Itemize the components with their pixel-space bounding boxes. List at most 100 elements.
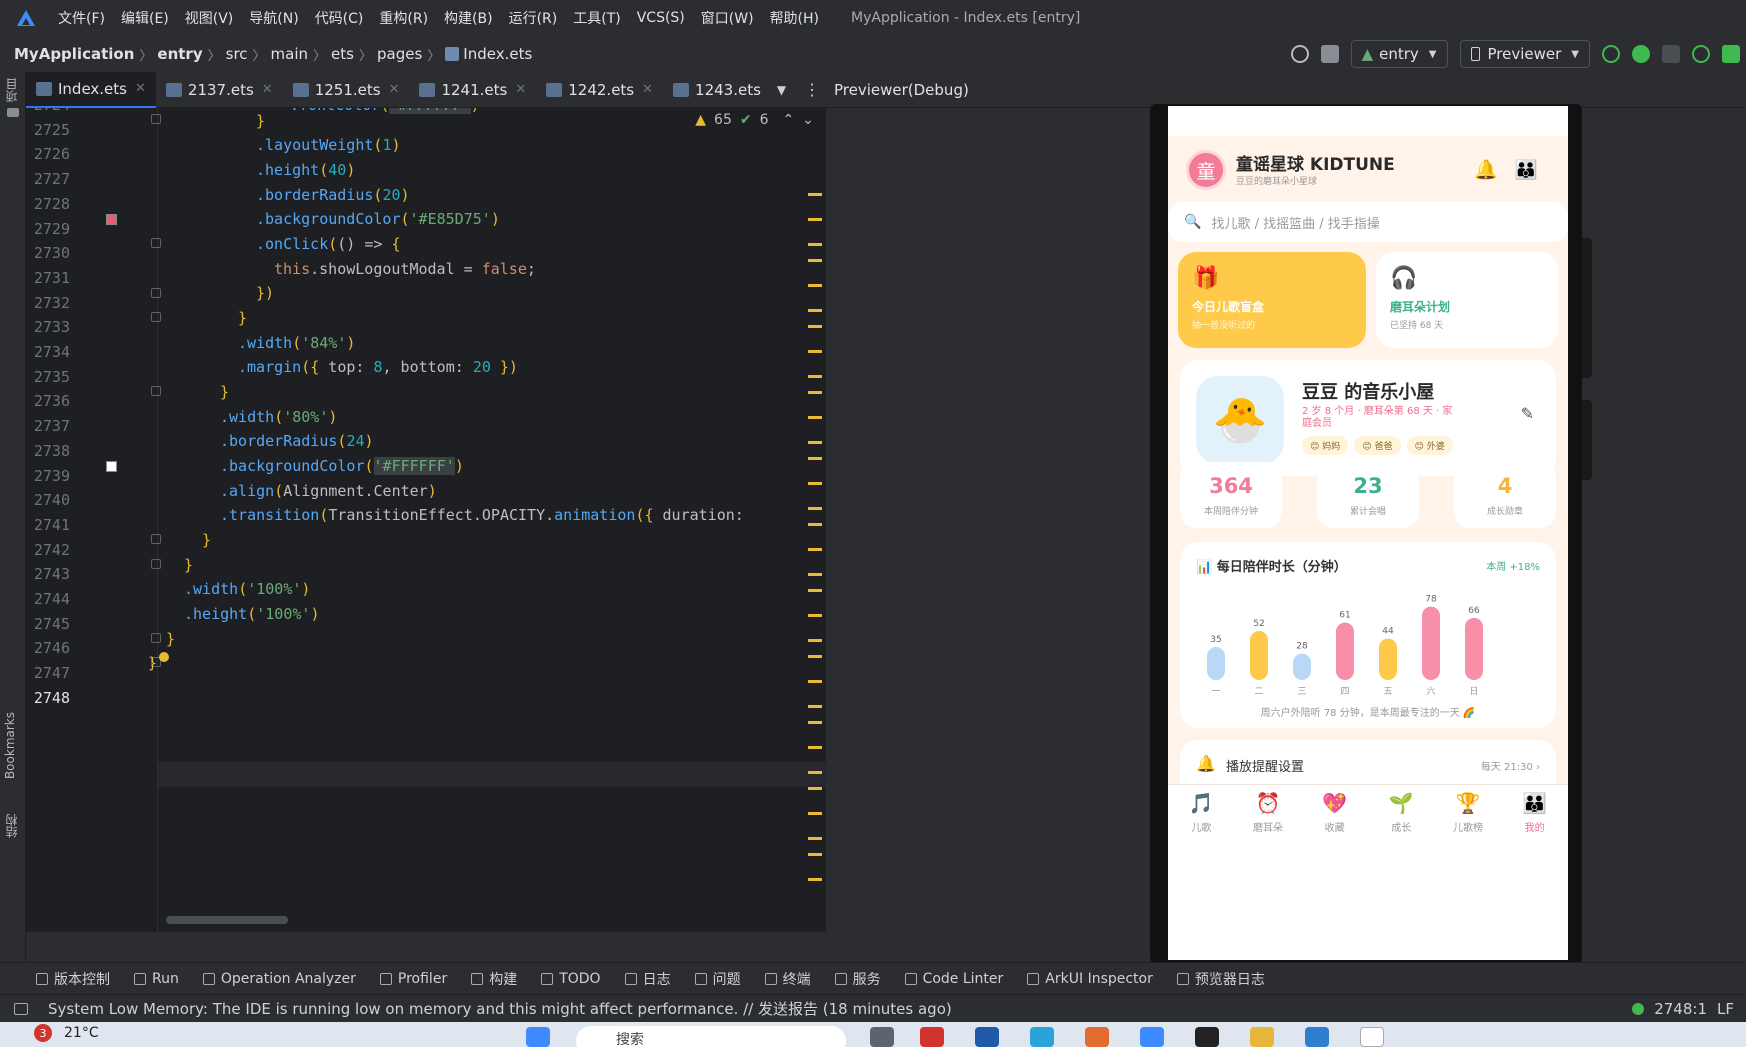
warning-marker[interactable]: [808, 218, 822, 221]
debug-icon[interactable]: [1632, 45, 1650, 63]
tool-log[interactable]: 日志: [624, 969, 671, 989]
inspect-bug-icon[interactable]: [1320, 45, 1339, 63]
menu-edit[interactable]: 编辑(E): [113, 8, 177, 28]
target-icon[interactable]: [1290, 45, 1309, 63]
menu-help[interactable]: 帮助(H): [762, 8, 827, 28]
edit-pencil-icon[interactable]: ✎: [1521, 404, 1534, 423]
more-vert-icon[interactable]: ⋮: [804, 80, 820, 99]
warning-marker[interactable]: [808, 441, 822, 444]
warning-marker[interactable]: [808, 837, 822, 840]
nav-songs[interactable]: 🎵 儿歌: [1171, 785, 1231, 850]
tool-profiler[interactable]: Profiler: [379, 971, 447, 987]
module-select[interactable]: ▲ entry ▼: [1350, 40, 1448, 68]
menu-refactor[interactable]: 重构(R): [371, 8, 436, 28]
fold-icon[interactable]: [151, 238, 161, 248]
menu-file[interactable]: 文件(F): [50, 8, 113, 28]
tool-operation-analyzer[interactable]: Operation Analyzer: [202, 971, 356, 987]
chevron-down-icon[interactable]: ⌄: [802, 112, 814, 128]
attach-icon[interactable]: [1662, 45, 1680, 63]
warning-marker[interactable]: [808, 482, 822, 485]
warning-marker[interactable]: [808, 853, 822, 856]
tag-mom[interactable]: 😊 妈妈: [1302, 436, 1349, 455]
menu-tools[interactable]: 工具(T): [565, 8, 628, 28]
reminder-row[interactable]: 🔔 播放提醒设置 每天 21:30 ›: [1180, 740, 1556, 790]
warning-marker[interactable]: [808, 243, 822, 246]
close-icon[interactable]: ✕: [135, 81, 146, 96]
warning-marker[interactable]: [808, 507, 822, 510]
refresh-icon[interactable]: [1602, 45, 1620, 63]
lightbulb-icon[interactable]: [159, 652, 169, 662]
warning-marker[interactable]: [808, 639, 822, 642]
tab-1243[interactable]: 1243.ets: [663, 72, 771, 108]
windows-start-icon[interactable]: [526, 1027, 550, 1047]
line-separator[interactable]: LF: [1717, 1000, 1734, 1018]
tool-terminal[interactable]: 终端: [764, 969, 811, 989]
taskbar-search[interactable]: 搜索: [576, 1026, 846, 1047]
status-message[interactable]: System Low Memory: The IDE is running lo…: [48, 998, 952, 1019]
warning-marker[interactable]: [808, 746, 822, 749]
warning-marker[interactable]: [808, 193, 822, 196]
tool-vcs[interactable]: 版本控制: [36, 969, 110, 989]
tab-1251[interactable]: 1251.ets ✕: [283, 72, 410, 108]
fold-icon[interactable]: [151, 559, 161, 569]
close-icon[interactable]: ✕: [642, 82, 653, 97]
fold-icon[interactable]: [151, 312, 161, 322]
tabs-overflow-chevron-icon[interactable]: ▼: [777, 83, 786, 97]
deveco-icon[interactable]: [1140, 1027, 1164, 1047]
edge-icon[interactable]: [1030, 1027, 1054, 1047]
close-icon[interactable]: ✕: [515, 82, 526, 97]
menu-vcs[interactable]: VCS(S): [629, 10, 693, 26]
crumb-src[interactable]: src: [226, 45, 248, 63]
warning-marker[interactable]: [808, 391, 822, 394]
tab-1241[interactable]: 1241.ets ✕: [409, 72, 536, 108]
crumb-pages[interactable]: pages: [377, 45, 422, 63]
color-swatch-pink[interactable]: [106, 214, 117, 225]
warning-marker[interactable]: [808, 259, 822, 262]
fold-icon[interactable]: [151, 633, 161, 643]
tab-index[interactable]: Index.ets ✕: [26, 71, 156, 108]
menu-build[interactable]: 构建(B): [436, 8, 501, 28]
menu-view[interactable]: 视图(V): [177, 8, 242, 28]
tag-dad[interactable]: 😊 爸爸: [1354, 436, 1401, 455]
warning-marker[interactable]: [808, 375, 822, 378]
blindbox-card[interactable]: 🎁 今日儿歌盲盒 抽一首没听过的: [1178, 252, 1366, 348]
warning-marker[interactable]: [808, 655, 822, 658]
app-avatar[interactable]: 童: [1186, 150, 1226, 190]
crumb-module[interactable]: entry: [157, 45, 202, 63]
crumb-main[interactable]: main: [271, 45, 308, 63]
device-select[interactable]: Previewer ▼: [1459, 40, 1590, 68]
structure-tool-button[interactable]: 结构: [3, 814, 20, 838]
nav-growth[interactable]: 🌱 成长: [1371, 785, 1431, 850]
tab-1242[interactable]: 1242.ets ✕: [536, 72, 663, 108]
bookmarks-tool-button[interactable]: Bookmarks: [3, 712, 17, 779]
fold-icon[interactable]: [151, 288, 161, 298]
search-bar[interactable]: 🔍 找儿歌 / 找摇篮曲 / 找手指操: [1168, 202, 1568, 242]
close-icon[interactable]: ✕: [389, 82, 400, 97]
nav-mine[interactable]: 👪 我的: [1505, 785, 1565, 850]
tool-services[interactable]: 服务: [834, 969, 881, 989]
crumb-file[interactable]: Index.ets: [463, 45, 532, 63]
folder-icon[interactable]: [7, 108, 19, 117]
chevron-up-icon[interactable]: ⌃: [783, 112, 795, 128]
color-swatch-white[interactable]: [106, 461, 117, 472]
warning-marker[interactable]: [808, 548, 822, 551]
qq-icon[interactable]: [1195, 1027, 1219, 1047]
warning-marker[interactable]: [808, 325, 822, 328]
tab-2137[interactable]: 2137.ets ✕: [156, 72, 283, 108]
nav-chart[interactable]: 🏆 儿歌榜: [1438, 785, 1498, 850]
app-icon[interactable]: [870, 1027, 894, 1047]
profile-card[interactable]: 🐣 豆豆 的音乐小屋 2 岁 8 个月 · 磨耳朵第 68 天 · 家庭会员 😊…: [1180, 360, 1556, 476]
warning-marker[interactable]: [808, 350, 822, 353]
nav-favorites[interactable]: 💖 收藏: [1305, 785, 1365, 850]
tool-previewer-log[interactable]: 预览器日志: [1176, 969, 1265, 989]
error-stripe[interactable]: [808, 193, 822, 923]
nav-ear[interactable]: ⏰ 磨耳朵: [1238, 785, 1298, 850]
warning-marker[interactable]: [808, 284, 822, 287]
app-icon[interactable]: [975, 1027, 999, 1047]
tool-problems[interactable]: 问题: [694, 969, 741, 989]
warning-marker[interactable]: [808, 589, 822, 592]
menu-run[interactable]: 运行(R): [501, 8, 566, 28]
fold-icon[interactable]: [151, 114, 161, 124]
fold-icon[interactable]: [151, 534, 161, 544]
menu-window[interactable]: 窗口(W): [693, 8, 762, 28]
